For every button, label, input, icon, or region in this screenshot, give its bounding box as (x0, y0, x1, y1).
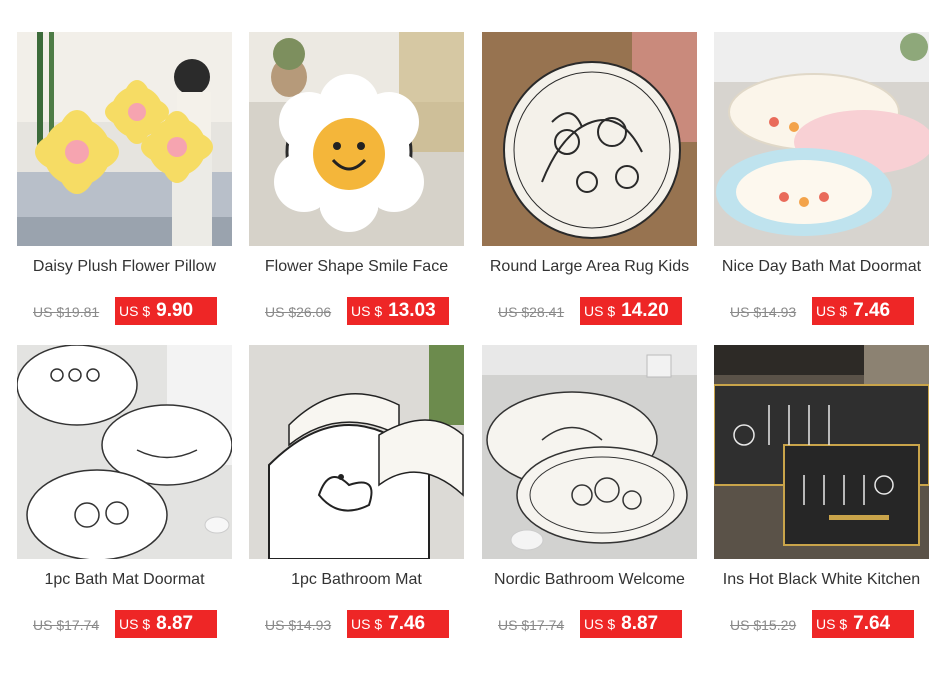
sale-price-badge: US $ 7.46 (812, 297, 914, 325)
currency-label: US $ (816, 303, 848, 319)
product-card[interactable]: 1pc Bath Mat Doormat US $17.74 US $ 8.87 (17, 345, 232, 638)
sale-price: 7.64 (853, 613, 891, 634)
sale-price: 8.87 (156, 613, 194, 634)
sale-price-badge: US $ 8.87 (115, 610, 217, 638)
original-price: US $26.06 (265, 304, 332, 320)
sale-price-badge: US $ 7.64 (812, 610, 914, 638)
price-row: US $14.93 US $ 7.46 (714, 297, 929, 325)
product-card[interactable]: Daisy Plush Flower Pillow US $19.81 US $… (17, 32, 232, 325)
currency-label: US $ (584, 303, 616, 319)
original-price: US $14.93 (265, 617, 332, 633)
product-image-round-rug[interactable] (482, 32, 697, 246)
price-row: US $26.06 US $ 13.03 (249, 297, 464, 325)
product-card[interactable]: Flower Shape Smile Face US $26.06 US $ 1… (249, 32, 464, 325)
price-row: US $17.74 US $ 8.87 (17, 610, 232, 638)
product-image-pastel-mats[interactable] (714, 32, 929, 246)
product-image-floral-mats[interactable] (482, 345, 697, 559)
product-title[interactable]: Flower Shape Smile Face (249, 258, 464, 280)
product-card[interactable]: Ins Hot Black White Kitchen US $15.29 US… (714, 345, 929, 638)
original-price: US $28.41 (498, 304, 565, 320)
product-card[interactable]: Nordic Bathroom Welcome US $17.74 US $ 8… (482, 345, 697, 638)
original-price: US $17.74 (498, 617, 565, 633)
product-title[interactable]: Nice Day Bath Mat Doormat (714, 258, 929, 280)
product-card[interactable]: Nice Day Bath Mat Doormat US $14.93 US $… (714, 32, 929, 325)
sale-price: 14.20 (621, 300, 669, 321)
product-image-duck-mat[interactable] (249, 345, 464, 559)
product-title[interactable]: Round Large Area Rug Kids (482, 258, 697, 280)
original-price: US $14.93 (730, 304, 797, 320)
price-row: US $17.74 US $ 8.87 (482, 610, 697, 638)
currency-label: US $ (119, 303, 151, 319)
product-grid: Daisy Plush Flower Pillow US $19.81 US $… (0, 0, 943, 692)
sale-price-badge: US $ 8.87 (580, 610, 682, 638)
original-price: US $19.81 (33, 304, 100, 320)
sale-price: 8.87 (621, 613, 659, 634)
product-card[interactable]: 1pc Bathroom Mat US $14.93 US $ 7.46 (249, 345, 464, 638)
product-title[interactable]: Daisy Plush Flower Pillow (17, 258, 232, 280)
product-image-line-mats[interactable] (17, 345, 232, 559)
original-price: US $17.74 (33, 617, 100, 633)
product-card[interactable]: Round Large Area Rug Kids US $28.41 US $… (482, 32, 697, 325)
currency-label: US $ (119, 616, 151, 632)
sale-price-badge: US $ 9.90 (115, 297, 217, 325)
currency-label: US $ (351, 616, 383, 632)
currency-label: US $ (584, 616, 616, 632)
price-row: US $14.93 US $ 7.46 (249, 610, 464, 638)
sale-price-badge: US $ 7.46 (347, 610, 449, 638)
product-title[interactable]: 1pc Bathroom Mat (249, 571, 464, 593)
price-row: US $28.41 US $ 14.20 (482, 297, 697, 325)
original-price: US $15.29 (730, 617, 797, 633)
sale-price: 7.46 (388, 613, 426, 634)
currency-label: US $ (816, 616, 848, 632)
sale-price: 7.46 (853, 300, 891, 321)
currency-label: US $ (351, 303, 383, 319)
sale-price-badge: US $ 13.03 (347, 297, 449, 325)
sale-price: 13.03 (388, 300, 436, 321)
product-title[interactable]: Ins Hot Black White Kitchen (714, 571, 929, 593)
product-image-kitchen-mat[interactable] (714, 345, 929, 559)
sale-price-badge: US $ 14.20 (580, 297, 682, 325)
sale-price: 9.90 (156, 300, 194, 321)
product-title[interactable]: 1pc Bath Mat Doormat (17, 571, 232, 593)
product-title[interactable]: Nordic Bathroom Welcome (482, 571, 697, 593)
product-image-smile-rug[interactable] (249, 32, 464, 246)
price-row: US $15.29 US $ 7.64 (714, 610, 929, 638)
product-image-daisy-pillow[interactable] (17, 32, 232, 246)
price-row: US $19.81 US $ 9.90 (17, 297, 232, 325)
